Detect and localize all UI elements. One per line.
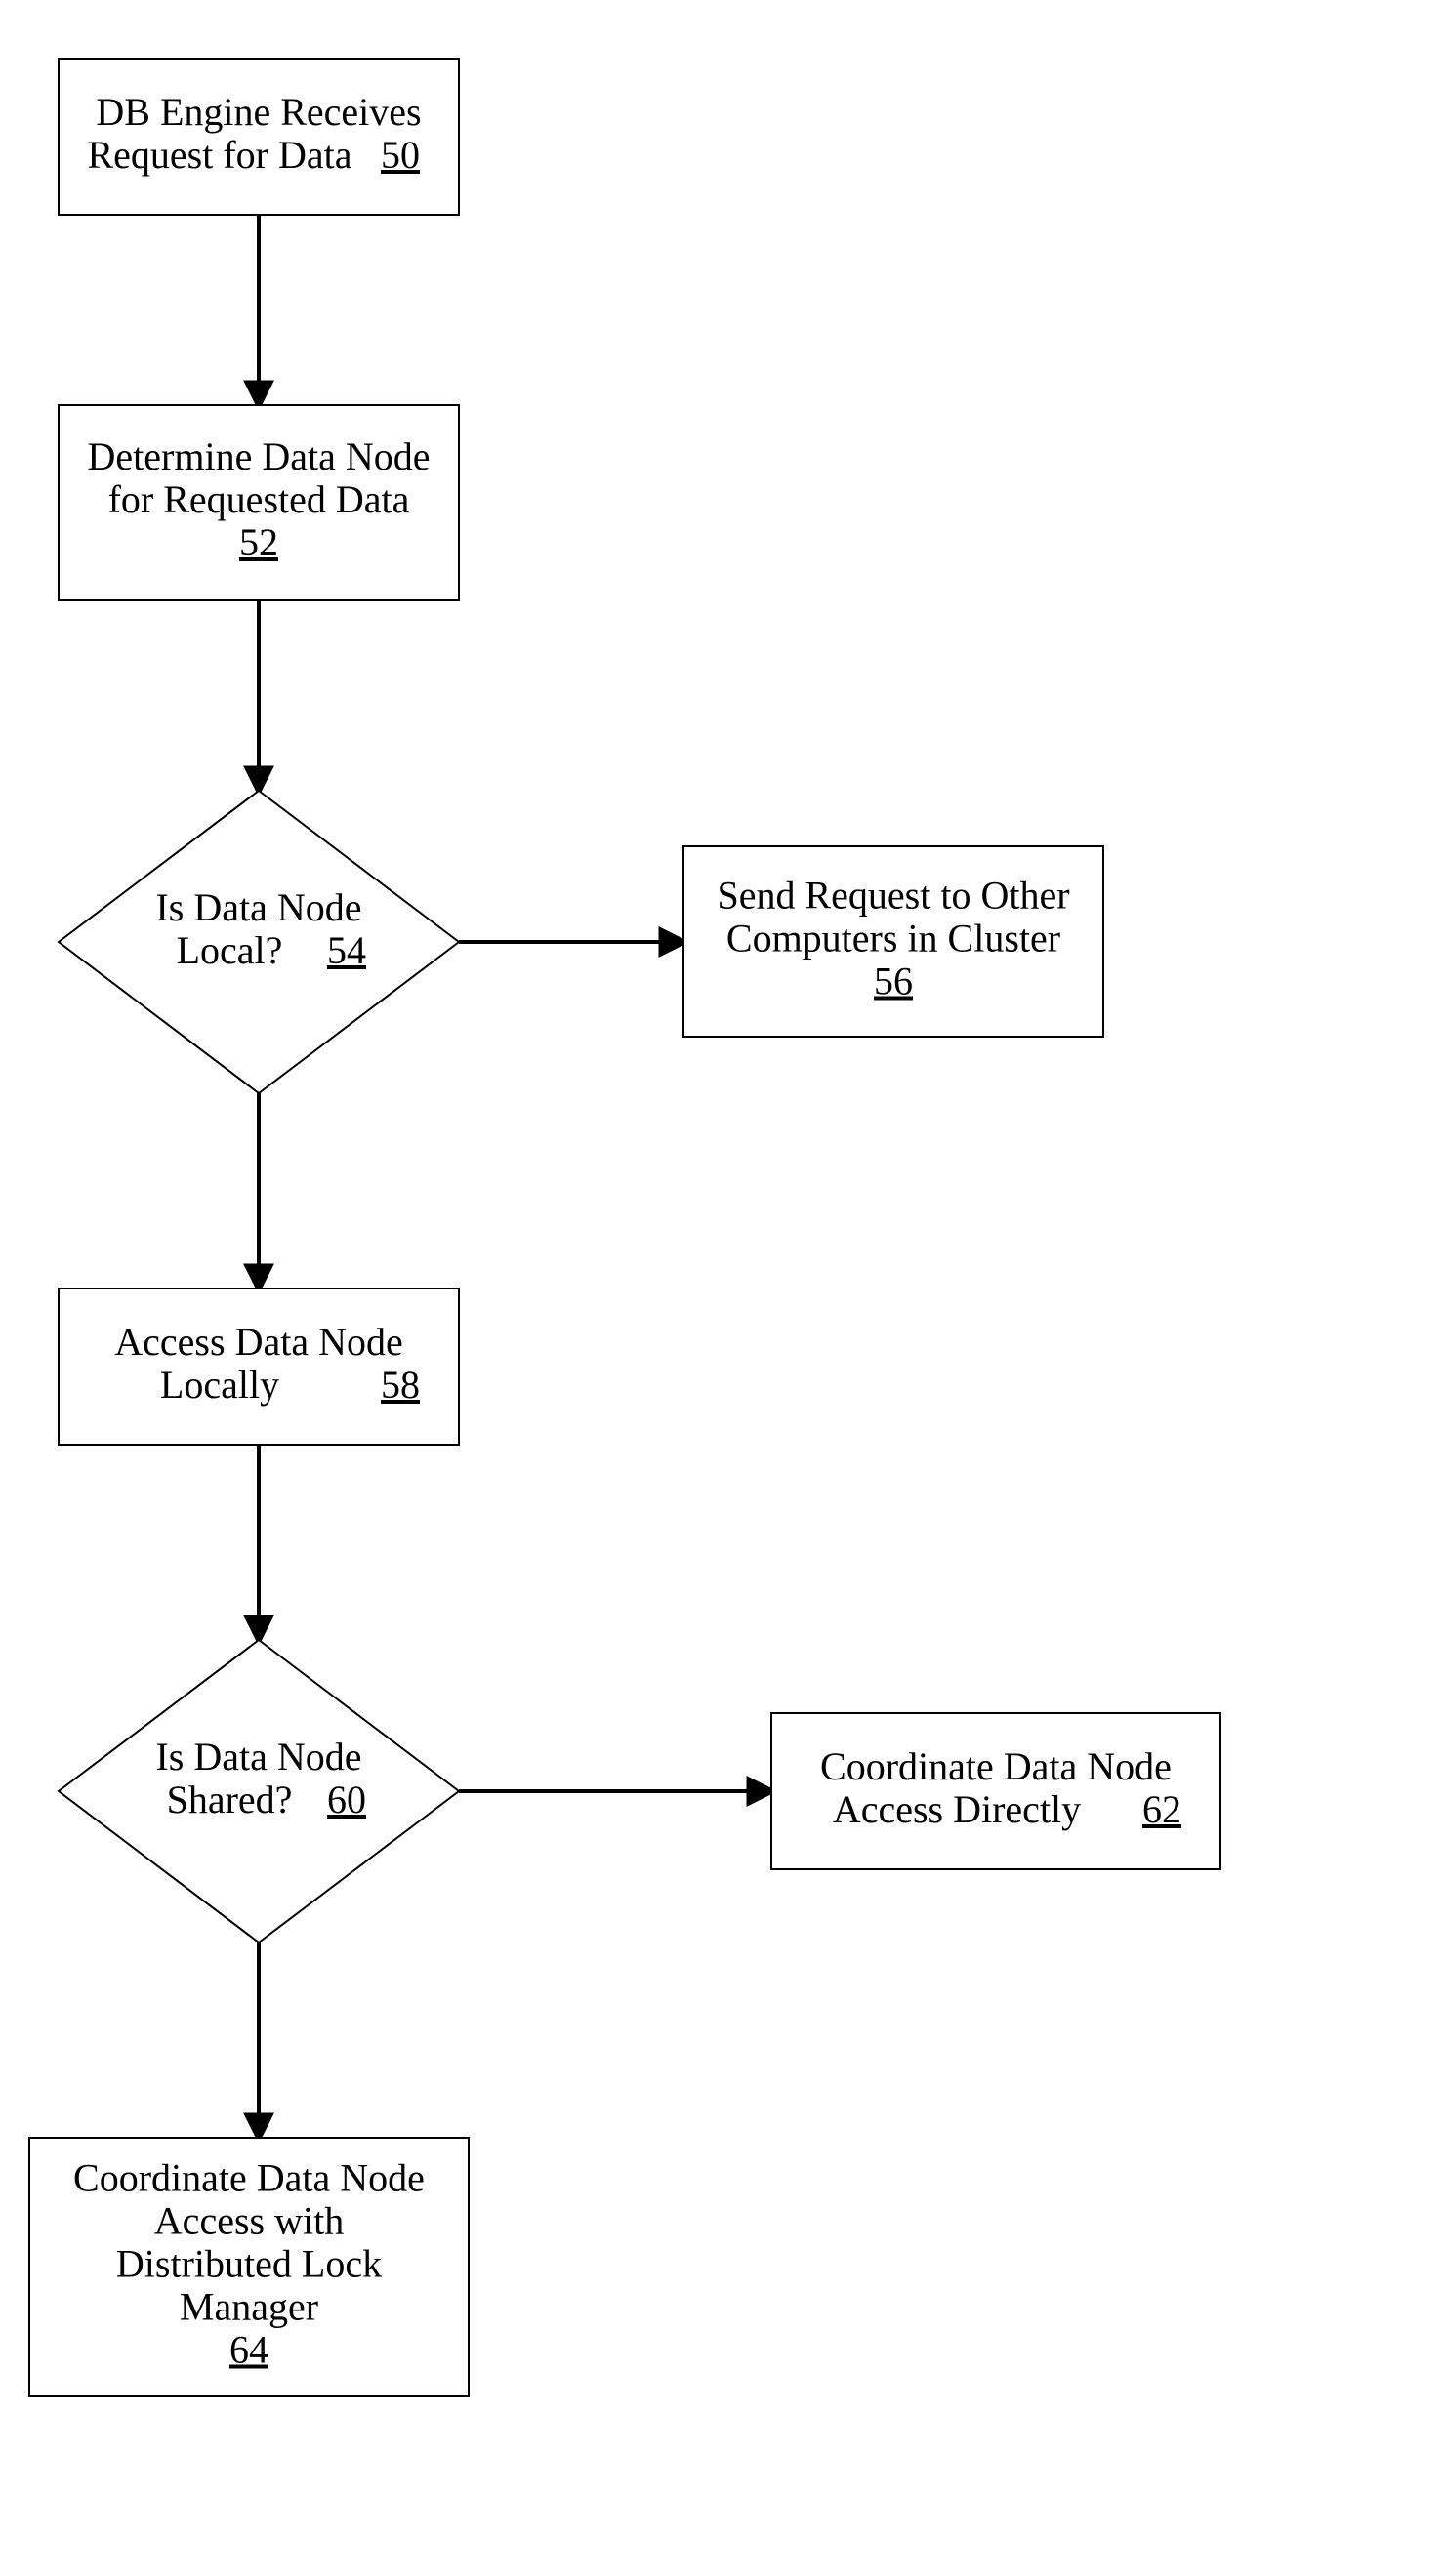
flow-node-text: Is Data Node	[155, 1735, 361, 1779]
flow-node-text: Shared?	[167, 1778, 293, 1821]
flow-node-58: Access Data NodeLocally 58	[59, 1288, 459, 1445]
flow-node-text: Access with	[154, 2199, 344, 2243]
flow-node-text: Send Request to Other	[717, 874, 1069, 918]
flow-node-text: Is Data Node	[155, 885, 361, 929]
flow-node-ref: 52	[239, 520, 278, 564]
flow-node-50: DB Engine ReceivesRequest for Data 50	[59, 59, 459, 215]
flow-node-ref: 58	[381, 1363, 420, 1407]
flow-node-ref: 54	[327, 928, 366, 972]
flow-node-text: Access Data Node	[114, 1320, 402, 1364]
flow-node-62: Coordinate Data NodeAccess Directly 62	[771, 1713, 1220, 1869]
flow-node-text: Request for Data	[87, 133, 351, 177]
flow-node-ref: 62	[1142, 1787, 1181, 1831]
flow-node-52: Determine Data Nodefor Requested Data52	[59, 405, 459, 600]
flow-node-ref: 50	[381, 133, 420, 177]
flow-node-text: for Requested Data	[108, 477, 410, 521]
flow-node-64: Coordinate Data NodeAccess withDistribut…	[29, 2138, 469, 2396]
flow-node-ref: 64	[229, 2328, 268, 2372]
flow-node-text: Local?	[177, 928, 283, 972]
flow-node-54: Is Data NodeLocal? 54	[59, 791, 459, 1093]
flow-node-text: Manager	[180, 2285, 318, 2329]
flow-node-text: Coordinate Data Node	[73, 2156, 425, 2200]
flow-node-ref: 56	[874, 960, 913, 1003]
flow-node-56: Send Request to OtherComputers in Cluste…	[683, 846, 1103, 1037]
flow-node-text: Locally	[160, 1363, 279, 1407]
flow-node-text: Distributed Lock	[116, 2242, 382, 2286]
flow-node-text: Access Directly	[833, 1787, 1081, 1831]
flow-node-text: Coordinate Data Node	[820, 1744, 1172, 1788]
flow-node-text: Computers in Cluster	[726, 917, 1060, 961]
flowchart-canvas: DB Engine ReceivesRequest for Data 50 Dete…	[0, 0, 1445, 2576]
flow-node-text: DB Engine Receives	[96, 90, 421, 134]
flow-node-text: Determine Data Node	[88, 434, 431, 478]
flow-node-60: Is Data NodeShared? 60	[59, 1640, 459, 1942]
flow-node-ref: 60	[327, 1778, 366, 1821]
